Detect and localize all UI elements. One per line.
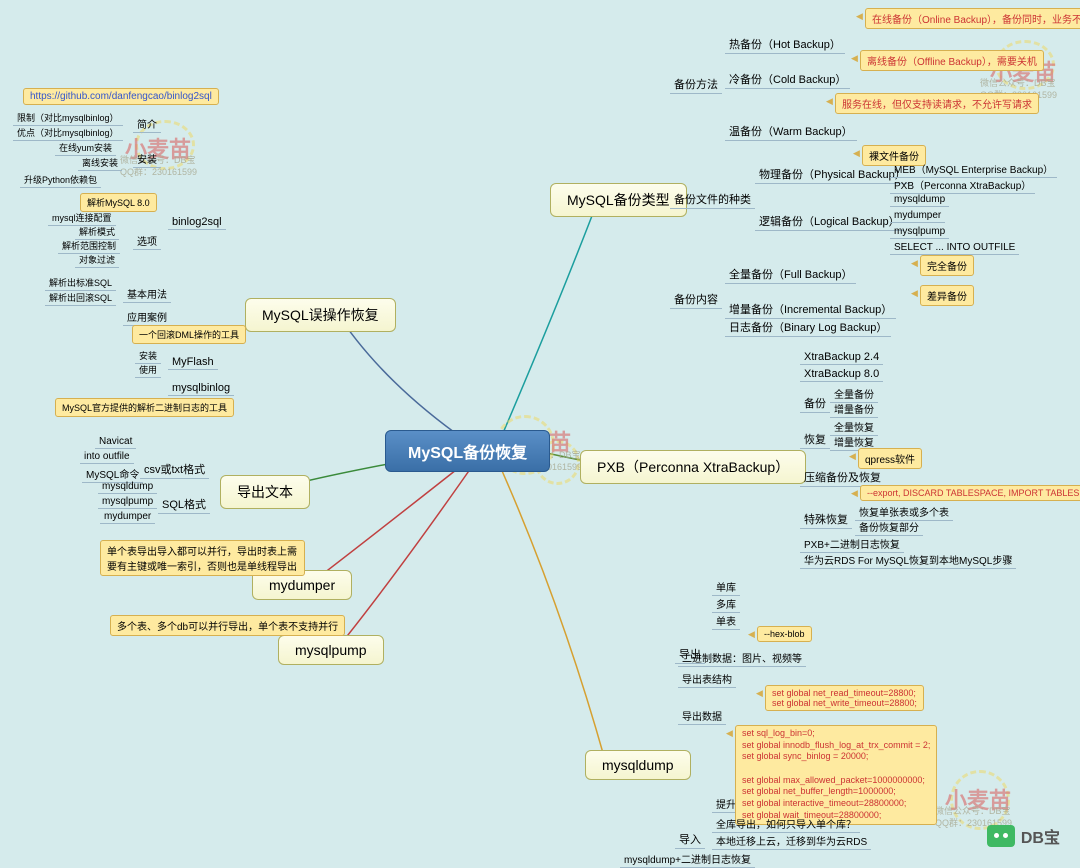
node-pxb-sub[interactable]: PXB（Perconna XtraBackup） (890, 176, 1035, 194)
node-basic1[interactable]: 解析出标准SQL (45, 275, 116, 291)
logo: DB宝 (987, 824, 1060, 848)
note-export: --export, DISCARD TABLESPACE, IMPORT TAB… (860, 485, 1080, 501)
node-pxb-restore[interactable]: 恢复 (800, 430, 830, 449)
node-l3[interactable]: mysqlpump (890, 225, 949, 239)
branch-backup-types[interactable]: MySQL备份类型 (550, 183, 687, 217)
node-pxb-bi[interactable]: 增量备份 (830, 400, 878, 418)
node-logical[interactable]: 逻辑备份（Logical Backup） (755, 212, 904, 231)
node-backup-file[interactable]: 备份文件的种类 (670, 190, 755, 209)
note-hex: --hex-blob (757, 626, 812, 642)
note-full: 完全备份 (920, 255, 974, 276)
node-intro-n2[interactable]: 优点（对比mysqlbinlog） (13, 125, 123, 141)
node-install[interactable]: 安装 (133, 150, 161, 168)
node-import[interactable]: 导入 (675, 830, 705, 849)
node-hot-backup[interactable]: 热备份（Hot Backup） (725, 35, 845, 54)
node-myflash[interactable]: MyFlash (168, 355, 218, 370)
node-data[interactable]: 导出数据 (678, 707, 726, 725)
node-pxb-24[interactable]: XtraBackup 2.4 (800, 350, 883, 365)
watermark: 小麦苗 (945, 783, 1011, 815)
node-migrate[interactable]: 本地迁移上云，迁移到华为云RDS (712, 832, 871, 850)
node-case[interactable]: 应用案例 (123, 308, 171, 326)
node-s3[interactable]: mydumper (100, 510, 155, 524)
note-myflash: 一个回滚DML操作的工具 (132, 325, 246, 344)
node-sql[interactable]: SQL格式 (158, 495, 210, 514)
node-basic[interactable]: 基本用法 (123, 285, 171, 303)
node-warm-backup[interactable]: 温备份（Warm Backup） (725, 122, 857, 141)
node-l2[interactable]: mydumper (890, 209, 945, 223)
branch-export-text[interactable]: 导出文本 (220, 475, 310, 509)
branch-pxb[interactable]: PXB（Perconna XtraBackup） (580, 450, 806, 484)
node-log[interactable]: 日志备份（Binary Log Backup） (725, 318, 891, 337)
note-hot: 在线备份（Online Backup），备份同时，业务不受影响 (865, 8, 1080, 29)
node-mf2[interactable]: 使用 (135, 362, 161, 378)
note-inc: 差异备份 (920, 285, 974, 306)
node-inst-n3[interactable]: 升级Python依赖包 (20, 172, 101, 188)
node-l4[interactable]: SELECT ... INTO OUTFILE (890, 241, 1019, 255)
node-full[interactable]: 全量备份（Full Backup） (725, 265, 856, 284)
node-s2[interactable]: mysqlpump (98, 495, 157, 509)
node-physical[interactable]: 物理备份（Physical Backup） (755, 165, 910, 184)
node-binlog2sql[interactable]: binlog2sql (168, 215, 226, 230)
note-mydumper: 单个表导出导入都可以并行，导出时表上需要有主键或唯一索引，否则也是单线程导出 (100, 540, 305, 576)
root-node[interactable]: MySQL备份恢复 (385, 430, 550, 472)
node-intro-n1[interactable]: 限制（对比mysqlbinlog） (13, 110, 123, 126)
note-cold: 离线备份（Offline Backup），需要关机 (860, 50, 1044, 71)
node-pxb-special[interactable]: 特殊恢复 (800, 510, 852, 529)
node-mysqlbinlog[interactable]: mysqlbinlog (168, 381, 234, 396)
branch-mysqldump[interactable]: mysqldump (585, 750, 691, 780)
node-intro[interactable]: 简介 (133, 115, 161, 133)
branch-mysqlpump[interactable]: mysqlpump (278, 635, 384, 665)
node-outfile[interactable]: into outfile (80, 450, 134, 464)
node-inst-n1[interactable]: 在线yum安装 (55, 140, 116, 156)
wechat-icon (987, 825, 1015, 847)
node-opt4[interactable]: 对象过滤 (75, 252, 119, 268)
note-data: set global net_read_timeout=28800; set g… (765, 685, 924, 711)
node-pxb-s2[interactable]: 备份恢复部分 (855, 518, 923, 536)
note-warm: 服务在线，但仅支持读请求，不允许写请求 (835, 93, 1039, 114)
node-fullexp[interactable]: 全库导出，如何只导入单个库？ (712, 815, 860, 833)
halo (950, 770, 1010, 830)
node-s1[interactable]: mysqldump (98, 480, 157, 494)
node-singletable[interactable]: 单表 (712, 612, 740, 630)
node-navicat[interactable]: Navicat (95, 435, 136, 449)
note-speed: set sql_log_bin=0; set global innodb_flu… (735, 725, 937, 825)
node-pxb-backup[interactable]: 备份 (800, 394, 830, 413)
node-pxb-80[interactable]: XtraBackup 8.0 (800, 367, 883, 382)
node-multidb[interactable]: 多库 (712, 595, 740, 613)
note-mysqlpump: 多个表、多个db可以并行导出，单个表不支持并行 (110, 615, 345, 636)
node-csv[interactable]: csv或txt格式 (140, 460, 209, 479)
node-pxb-huawei[interactable]: 华为云RDS For MySQL恢复到本地MySQL步骤 (800, 551, 1016, 569)
node-backup-content[interactable]: 备份内容 (670, 290, 722, 309)
node-backup-method[interactable]: 备份方法 (670, 75, 722, 94)
node-mysqldump-binlog[interactable]: mysqldump+二进制日志恢复 (620, 850, 755, 868)
node-inst-n2[interactable]: 离线安装 (78, 155, 122, 171)
node-options[interactable]: 选项 (133, 232, 161, 250)
note-qpress: qpress软件 (858, 448, 922, 469)
node-cold-backup[interactable]: 冷备份（Cold Backup） (725, 70, 850, 89)
node-inc[interactable]: 增量备份（Incremental Backup） (725, 300, 896, 319)
note-url: https://github.com/danfengcao/binlog2sql (23, 88, 219, 105)
note-mysqlbinlog: MySQL官方提供的解析二进制日志的工具 (55, 398, 234, 417)
node-l1[interactable]: mysqldump (890, 193, 949, 207)
branch-recovery[interactable]: MySQL误操作恢复 (245, 298, 396, 332)
node-singledb[interactable]: 单库 (712, 578, 740, 596)
node-structure[interactable]: 导出表结构 (678, 670, 736, 688)
node-binary[interactable]: 二进制数据：图片、视频等 (678, 649, 806, 667)
node-basic2[interactable]: 解析出回滚SQL (45, 290, 116, 306)
